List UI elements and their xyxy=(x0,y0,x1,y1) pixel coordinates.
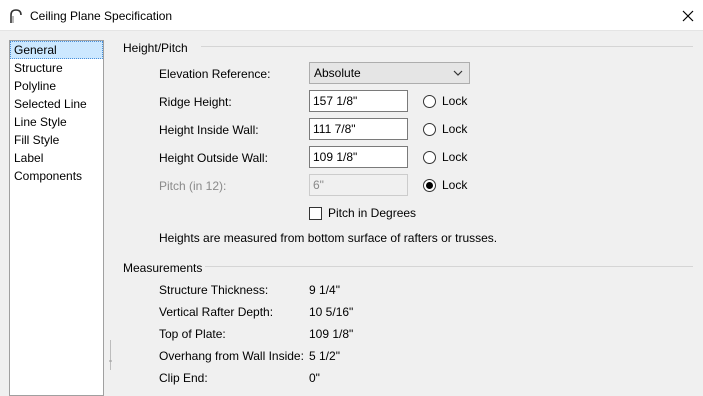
general-panel: Height/Pitch Elevation Reference: Absolu… xyxy=(105,31,703,396)
sidebar-item-general[interactable]: General xyxy=(10,41,103,59)
elevation-reference-label: Elevation Reference: xyxy=(159,67,271,81)
ridge-height-input[interactable] xyxy=(309,90,408,112)
radio-indicator[interactable] xyxy=(423,94,436,108)
title-bar: Ceiling Plane Specification xyxy=(0,0,703,31)
radio-indicator[interactable] xyxy=(423,122,436,136)
radio-indicator[interactable] xyxy=(423,150,436,164)
checkbox-indicator[interactable] xyxy=(309,206,322,220)
top-of-plate-value: 109 1/8" xyxy=(309,327,354,341)
elevation-reference-select[interactable]: Absolute xyxy=(309,62,470,84)
lock-label: Lock xyxy=(442,178,468,192)
height-inside-wall-label: Height Inside Wall: xyxy=(159,123,259,137)
group-divider xyxy=(201,46,693,47)
sidebar-item-selected-line[interactable]: Selected Line xyxy=(10,95,103,113)
lock-label: Lock xyxy=(442,150,468,164)
sidebar-item-structure[interactable]: Structure xyxy=(10,59,103,77)
sidebar-item-fill-style[interactable]: Fill Style xyxy=(10,131,103,149)
height-outside-wall-lock-radio[interactable]: Lock xyxy=(423,149,467,165)
pitch-in-degrees-label: Pitch in Degrees xyxy=(328,206,417,220)
structure-thickness-value: 9 1/4" xyxy=(309,283,340,297)
height-outside-wall-label: Height Outside Wall: xyxy=(159,151,268,165)
overhang-from-wall-inside-label: Overhang from Wall Inside: xyxy=(159,349,304,363)
radio-indicator[interactable] xyxy=(423,178,436,192)
height-pitch-group-title: Height/Pitch xyxy=(123,41,188,55)
measurements-group-title: Measurements xyxy=(123,261,203,275)
sidebar-item-components[interactable]: Components xyxy=(10,167,103,185)
sidebar-item-polyline[interactable]: Polyline xyxy=(10,77,103,95)
structure-thickness-label: Structure Thickness: xyxy=(159,283,269,297)
chevron-down-icon xyxy=(453,70,463,76)
height-inside-wall-input[interactable] xyxy=(309,118,408,140)
overhang-from-wall-inside-value: 5 1/2" xyxy=(309,349,340,363)
lock-label: Lock xyxy=(442,122,468,136)
clip-end-label: Clip End: xyxy=(159,371,208,385)
pitch-lock-radio[interactable]: Lock xyxy=(423,177,467,193)
pitch-in-degrees-checkbox[interactable]: Pitch in Degrees xyxy=(309,205,416,221)
vertical-rafter-depth-label: Vertical Rafter Depth: xyxy=(159,305,274,319)
group-divider xyxy=(205,266,693,267)
top-of-plate-label: Top of Plate: xyxy=(159,327,226,341)
close-icon xyxy=(682,10,694,21)
ceiling-plane-icon xyxy=(10,9,22,23)
lock-label: Lock xyxy=(442,94,468,108)
sidebar-item-label[interactable]: Label xyxy=(10,149,103,167)
elevation-reference-value: Absolute xyxy=(314,66,361,80)
height-outside-wall-input[interactable] xyxy=(309,146,408,168)
pitch-input xyxy=(309,174,408,196)
window-title: Ceiling Plane Specification xyxy=(30,9,173,23)
pitch-label: Pitch (in 12): xyxy=(159,179,227,193)
vertical-rafter-depth-value: 10 5/16" xyxy=(309,305,354,319)
clip-end-value: 0" xyxy=(309,371,320,385)
ridge-height-lock-radio[interactable]: Lock xyxy=(423,93,467,109)
height-inside-wall-lock-radio[interactable]: Lock xyxy=(423,121,467,137)
sidebar-item-line-style[interactable]: Line Style xyxy=(10,113,103,131)
close-button[interactable] xyxy=(673,0,703,31)
ridge-height-label: Ridge Height: xyxy=(159,95,232,109)
heights-note: Heights are measured from bottom surface… xyxy=(159,231,498,245)
category-list[interactable]: General Structure Polyline Selected Line… xyxy=(9,40,104,396)
